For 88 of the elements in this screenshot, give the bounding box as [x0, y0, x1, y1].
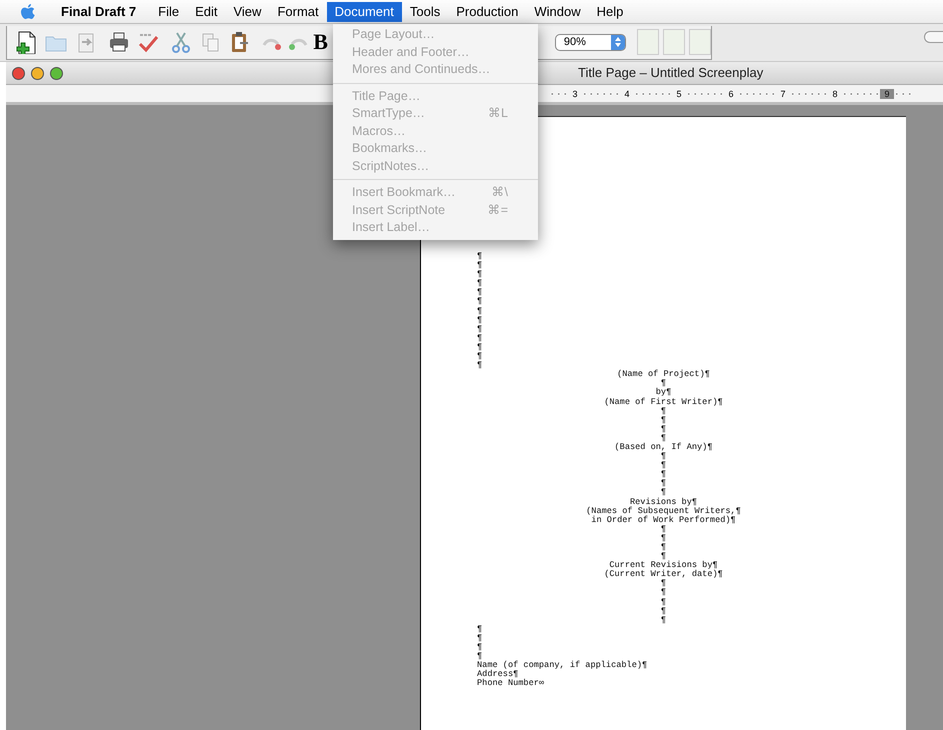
- paragraph-mark: ¶: [477, 306, 482, 316]
- paragraph-mark: ¶: [660, 606, 666, 616]
- script-text: by¶: [656, 388, 672, 398]
- menu-option-label: Mores and Continueds…: [352, 61, 490, 78]
- ruler-number: 9: [880, 88, 894, 98]
- paragraph-mark: ¶: [660, 470, 666, 480]
- paragraph-mark: ¶: [477, 270, 482, 280]
- minimize-button[interactable]: [31, 66, 44, 80]
- paragraph-mark: ¶: [477, 352, 482, 362]
- bold-button[interactable]: B: [313, 29, 328, 55]
- menu-item[interactable]: Edit: [187, 2, 226, 22]
- paragraph-mark: ¶: [660, 424, 666, 434]
- menu-item[interactable]: Window: [526, 2, 589, 22]
- script-text: (Current Writer, date)¶: [604, 570, 723, 580]
- menu-item[interactable]: Production: [448, 2, 526, 22]
- keyboard-shortcut: ⌘L: [488, 105, 508, 122]
- menu-option-label: Bookmarks…: [352, 140, 428, 157]
- keyboard-shortcut: ⌘=: [488, 202, 508, 218]
- paragraph-mark: ¶: [477, 261, 482, 270]
- paragraph-mark: ¶: [477, 624, 482, 634]
- apple-menu-icon[interactable]: [20, 2, 36, 20]
- paragraph-mark: ¶: [660, 543, 666, 552]
- paragraph-mark: ¶: [477, 316, 482, 325]
- paragraph-mark: ¶: [660, 479, 666, 488]
- paragraph-mark: ¶: [660, 488, 666, 498]
- zoom-select[interactable]: 90%: [554, 34, 626, 50]
- menu-item[interactable]: File: [150, 2, 188, 22]
- script-text: (Based on, If Any)¶: [614, 442, 712, 452]
- paragraph-mark: ¶: [477, 634, 482, 643]
- script-text: in Order of Work Performed)¶: [591, 516, 736, 525]
- window-title: Title Page – Untitled Screenplay: [578, 65, 764, 80]
- menu-item[interactable]: Help: [588, 2, 632, 22]
- app-menu[interactable]: Final Draft 7: [53, 2, 144, 22]
- script-text: Address¶: [477, 670, 518, 680]
- paragraph-mark: ¶: [660, 588, 666, 598]
- menu-option-label: Insert Bookmark…: [352, 184, 456, 201]
- script-text: (Names of Subsequent Writers,¶: [586, 506, 741, 516]
- paragraph-mark: ¶: [660, 406, 666, 416]
- menu-option-label: SmartType…: [352, 105, 425, 122]
- paragraph-mark: ¶: [477, 342, 482, 352]
- script-text: Phone Number∞: [477, 679, 544, 688]
- close-button[interactable]: [12, 66, 25, 80]
- script-text: (Name of Project)¶: [617, 370, 710, 380]
- paragraph-mark: ¶: [660, 452, 666, 462]
- paragraph-mark: ¶: [660, 616, 666, 625]
- script-text: Name (of company, if applicable)¶: [477, 661, 648, 670]
- paragraph-mark: ¶: [477, 652, 482, 662]
- paragraph-mark: ¶: [477, 643, 482, 652]
- paragraph-mark: ¶: [477, 297, 482, 307]
- ruler-number: 6: [727, 88, 734, 98]
- paragraph-mark: ¶: [660, 416, 666, 425]
- menu-option-label: Insert Label…: [352, 219, 430, 236]
- ruler-number: 8: [831, 88, 838, 98]
- ruler-number: 5: [675, 88, 682, 98]
- menu-option-label: Macros…: [352, 122, 406, 140]
- paragraph-mark: ¶: [477, 361, 482, 370]
- toolbar-button[interactable]: [924, 31, 943, 43]
- ruler-number: 3: [571, 88, 578, 98]
- paragraph-mark: ¶: [477, 279, 482, 288]
- menu-option-label: Insert ScriptNote: [352, 202, 446, 219]
- menu-option-label: Title Page…: [352, 88, 420, 105]
- stepper-icon[interactable]: [611, 34, 626, 50]
- menu-option-label: Page Layout…: [352, 26, 435, 43]
- paragraph-mark: ¶: [477, 288, 482, 298]
- paragraph-mark: ¶: [477, 334, 482, 343]
- paragraph-mark: ¶: [660, 379, 666, 388]
- menu-item[interactable]: Document: [326, 2, 402, 22]
- paragraph-mark: ¶: [660, 434, 666, 443]
- paragraph-mark: ¶: [660, 579, 666, 588]
- ruler-number: 7: [779, 88, 786, 98]
- script-text: Current Revisions by¶: [609, 561, 718, 570]
- paragraph-mark: ¶: [660, 461, 666, 470]
- paragraph-mark: ¶: [660, 524, 666, 534]
- zoom-button[interactable]: [50, 66, 63, 80]
- paragraph-mark: ¶: [660, 552, 666, 562]
- menu-option-label: Header and Footer…: [352, 44, 470, 60]
- keyboard-shortcut: ⌘\: [492, 184, 508, 201]
- menu-option-label: ScriptNotes…: [352, 158, 430, 175]
- paragraph-mark: ¶: [660, 534, 666, 543]
- paragraph-mark: ¶: [477, 324, 482, 334]
- script-text: (Name of First Writer)¶: [604, 398, 723, 407]
- ruler-number: 4: [623, 88, 630, 98]
- script-text: Revisions by¶: [630, 498, 698, 507]
- menu-item[interactable]: Tools: [402, 2, 448, 22]
- paragraph-mark: ¶: [477, 252, 482, 261]
- paragraph-mark: ¶: [660, 598, 666, 607]
- menu-item[interactable]: Format: [269, 2, 327, 22]
- menu-item[interactable]: View: [225, 2, 270, 22]
